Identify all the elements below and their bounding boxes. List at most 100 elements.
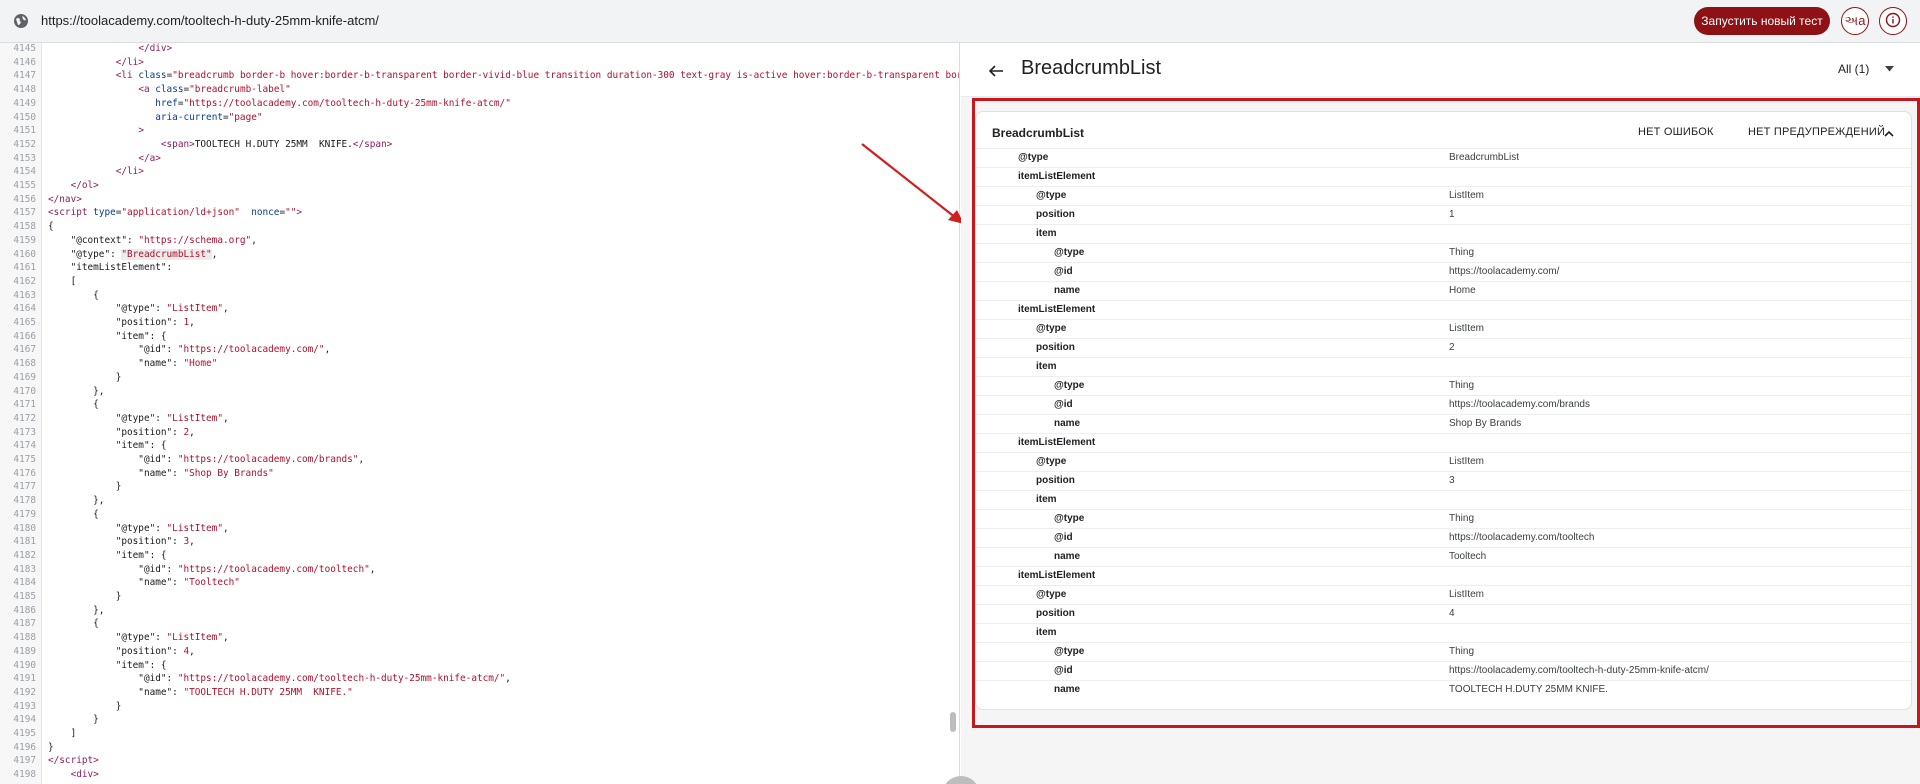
- code-line: 4169 }: [0, 370, 959, 385]
- line-number: 4179: [0, 507, 42, 522]
- property-key: @type: [1054, 646, 1085, 657]
- code-line: 4181 "position": 3,: [0, 535, 959, 550]
- code-text: {: [48, 618, 99, 630]
- property-value: ListItem: [1449, 589, 1485, 600]
- property-row: name Tooltech: [976, 547, 1911, 566]
- code-line: 4197 </script>: [0, 754, 959, 769]
- code-line: 4188 "@type": "ListItem",: [0, 631, 959, 646]
- code-text: href="https://toolacademy.com/tooltech-h…: [155, 97, 511, 109]
- code-text: ]: [48, 728, 77, 739]
- property-row: @type Thing: [976, 243, 1911, 262]
- info-icon: [1885, 12, 1901, 28]
- code-line: 4184 "name": "Tooltech": [0, 576, 959, 591]
- line-number: 4191: [0, 672, 42, 687]
- code-text: "@type": "ListItem",: [48, 412, 229, 424]
- line-number: 4190: [0, 658, 42, 673]
- code-text: "position": 2,: [48, 426, 195, 438]
- code-line: 4151 >: [0, 124, 959, 139]
- structured-data-panel: BreadcrumbList All (1) BreadcrumbList НЕ…: [961, 43, 1920, 784]
- line-number: 4159: [0, 233, 42, 248]
- code-line: 4147 <li class="breadcrumb border-b hove…: [0, 69, 959, 84]
- line-number: 4148: [0, 83, 42, 98]
- code-line: 4152 <span>TOOLTECH H.DUTY 25MM KNIFE.</…: [0, 137, 959, 152]
- line-number: 4151: [0, 124, 42, 139]
- line-number: 4149: [0, 96, 42, 111]
- breadcrumb-list-card: BreadcrumbList НЕТ ОШИБОК НЕТ ПРЕДУПРЕЖД…: [975, 111, 1912, 710]
- line-number: 4153: [0, 151, 42, 166]
- code-text: }: [48, 700, 122, 712]
- property-key: @id: [1054, 665, 1073, 676]
- property-value: ListItem: [1449, 323, 1485, 334]
- property-key: @id: [1054, 266, 1073, 277]
- filter-select[interactable]: All (1): [1838, 62, 1869, 76]
- translate-icon: અa: [1844, 13, 1866, 28]
- code-line: 4171 {: [0, 398, 959, 413]
- code-line: 4157 <script type="application/ld+json" n…: [0, 206, 959, 221]
- property-row: @type ListItem: [976, 585, 1911, 604]
- code-text: {: [48, 508, 99, 520]
- line-number: 4167: [0, 343, 42, 358]
- chevron-up-icon[interactable]: [1884, 130, 1894, 137]
- property-key: name: [1054, 418, 1081, 429]
- line-number: 4160: [0, 247, 42, 262]
- code-text: "@id": "https://toolacademy.com/",: [48, 344, 331, 356]
- code-text: </a>: [138, 152, 161, 164]
- property-row: item: [976, 490, 1911, 509]
- code-text: <div>: [70, 769, 99, 781]
- property-row: @type Thing: [976, 376, 1911, 395]
- property-value: ListItem: [1449, 456, 1485, 467]
- info-button[interactable]: [1879, 7, 1907, 35]
- code-line: 4160 "@type": "BreadcrumbList",: [0, 247, 959, 262]
- code-line: 4165 "position": 1,: [0, 316, 959, 330]
- code-line: 4170 },: [0, 384, 959, 399]
- code-line: 4186 },: [0, 603, 959, 618]
- line-number: 4150: [0, 110, 42, 125]
- line-number: 4161: [0, 261, 42, 276]
- property-row: itemListElement: [976, 433, 1911, 452]
- line-number: 4155: [0, 179, 42, 193]
- code-text: "position": 3,: [48, 536, 195, 548]
- line-number: 4185: [0, 590, 42, 604]
- code-line: 4149 href="https://toolacademy.com/toolt…: [0, 96, 959, 111]
- line-number: 4182: [0, 548, 42, 563]
- back-arrow-icon[interactable]: [988, 63, 1004, 79]
- property-key: @type: [1036, 323, 1067, 334]
- property-row: position 1: [976, 205, 1911, 224]
- property-row: item: [976, 357, 1911, 376]
- property-row: name Shop By Brands: [976, 414, 1911, 433]
- line-number: 4195: [0, 727, 42, 741]
- url-text[interactable]: https://toolacademy.com/tooltech-h-duty-…: [41, 13, 379, 28]
- chevron-down-icon[interactable]: [1885, 66, 1894, 72]
- code-text: }: [48, 481, 122, 493]
- line-number: 4172: [0, 411, 42, 426]
- property-key: name: [1054, 684, 1081, 695]
- line-number: 4183: [0, 562, 42, 577]
- property-key: itemListElement: [1018, 570, 1096, 581]
- property-value: https://toolacademy.com/tooltech-h-duty-…: [1449, 665, 1709, 676]
- language-button[interactable]: અa: [1841, 7, 1869, 35]
- property-key: name: [1054, 551, 1081, 562]
- property-row: name Home: [976, 281, 1911, 300]
- property-key: @type: [1036, 190, 1067, 201]
- code-text: <script type="application/ld+json" nonce…: [48, 207, 303, 219]
- source-code-pane[interactable]: 4145 </div> 4146 </li> 4147 <li class="bre…: [0, 43, 960, 784]
- property-key: @id: [1054, 532, 1073, 543]
- code-line: 4172 "@type": "ListItem",: [0, 411, 959, 426]
- panel-header: BreadcrumbList All (1): [961, 43, 1920, 97]
- code-text: [: [48, 275, 77, 287]
- address-bar: https://toolacademy.com/tooltech-h-duty-…: [0, 0, 1920, 43]
- property-value: Tooltech: [1449, 551, 1487, 562]
- no-warnings-label: НЕТ ПРЕДУПРЕЖДЕНИЙ: [1748, 126, 1886, 138]
- line-number: 4166: [0, 329, 42, 344]
- line-number: 4176: [0, 466, 42, 481]
- property-value: https://toolacademy.com/: [1449, 266, 1560, 277]
- property-key: position: [1036, 475, 1075, 486]
- line-number: 4171: [0, 398, 42, 413]
- property-row: @id https://toolacademy.com/: [976, 262, 1911, 281]
- code-text: "@type": "ListItem",: [48, 522, 229, 534]
- run-new-test-button[interactable]: Запустить новый тест: [1694, 7, 1830, 35]
- code-text: "@type": "ListItem",: [48, 303, 229, 315]
- line-number: 4184: [0, 576, 42, 591]
- code-line: 4154 </li>: [0, 165, 959, 180]
- line-number: 4186: [0, 603, 42, 618]
